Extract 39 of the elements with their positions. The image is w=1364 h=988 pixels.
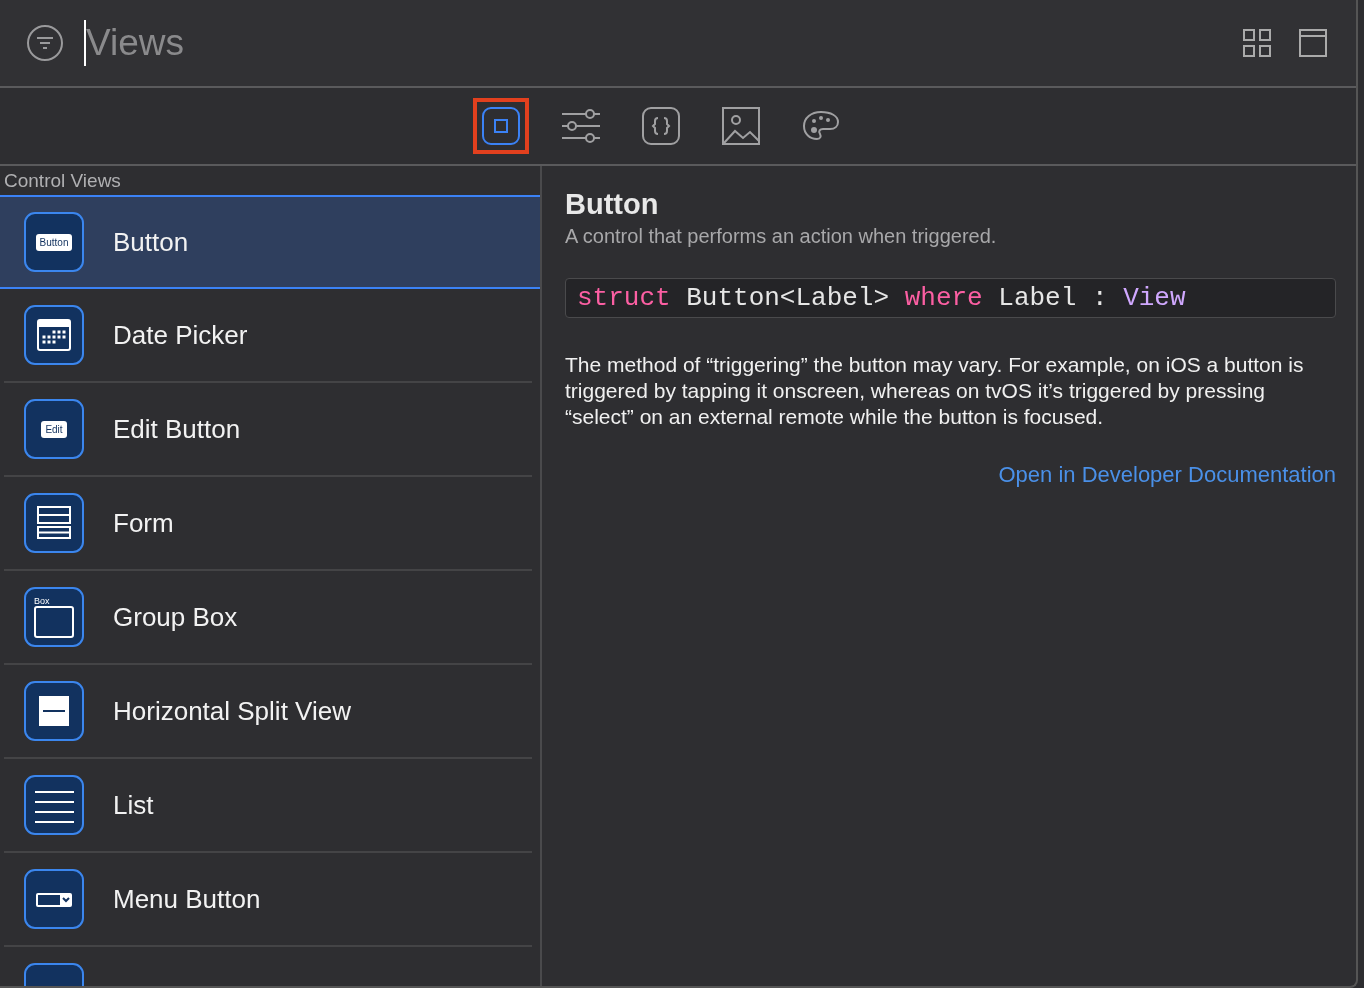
library-item[interactable]: Button Button — [0, 195, 540, 289]
documentation-link[interactable]: Open in Developer Documentation — [998, 462, 1336, 487]
section-header: Control Views — [3, 169, 122, 193]
sliders-icon — [560, 106, 601, 146]
library-item[interactable]: Menu Button — [4, 853, 532, 947]
library-tab[interactable] — [472, 98, 529, 154]
square-icon — [480, 106, 521, 146]
library-item[interactable]: Box Group Box — [4, 571, 532, 665]
library-item[interactable]: Horizontal Split View — [4, 665, 532, 759]
item-label: Menu Button — [113, 883, 261, 915]
window-icon[interactable] — [1298, 28, 1328, 58]
view-icon — [24, 493, 84, 553]
library-item[interactable]: List — [4, 759, 532, 853]
braces-icon — [640, 106, 681, 146]
view-icon — [24, 775, 84, 835]
filter-icon[interactable] — [26, 24, 64, 62]
item-label: Date Picker — [113, 319, 248, 351]
library-item[interactable]: Form — [4, 477, 532, 571]
item-label: Button — [113, 226, 189, 258]
detail-title: Button — [565, 188, 660, 221]
grid-icon[interactable] — [1242, 28, 1272, 58]
detail-subtitle: A control that performs an action when triggered. — [565, 225, 998, 248]
item-label: Edit Button — [113, 413, 241, 445]
image-icon — [720, 106, 761, 146]
icon-label: Edit — [41, 420, 67, 438]
view-icon — [24, 305, 84, 365]
item-label: Horizontal Split View — [113, 695, 351, 727]
icon-label: Box — [34, 596, 51, 606]
item-label: Group Box — [113, 601, 238, 633]
search-field[interactable]: Views — [84, 20, 1242, 66]
icon-label: Button — [35, 233, 73, 251]
library-item[interactable]: Date Picker — [4, 289, 532, 383]
view-icon — [24, 681, 84, 741]
item-label: List — [113, 789, 154, 821]
description-text: The method of “triggering” the button may vary. For example, on iOS a button is triggered by tapping it onscreen, whereas on tvOS it’s triggered by pressing “select” on an external remote while the button is focused. — [565, 352, 1305, 430]
declaration-code: struct Button<Label> where Label : View — [565, 278, 1336, 318]
library-item[interactable]: Edit Edit Button — [4, 383, 532, 477]
item-label: Form — [113, 507, 174, 539]
view-icon — [24, 869, 84, 929]
